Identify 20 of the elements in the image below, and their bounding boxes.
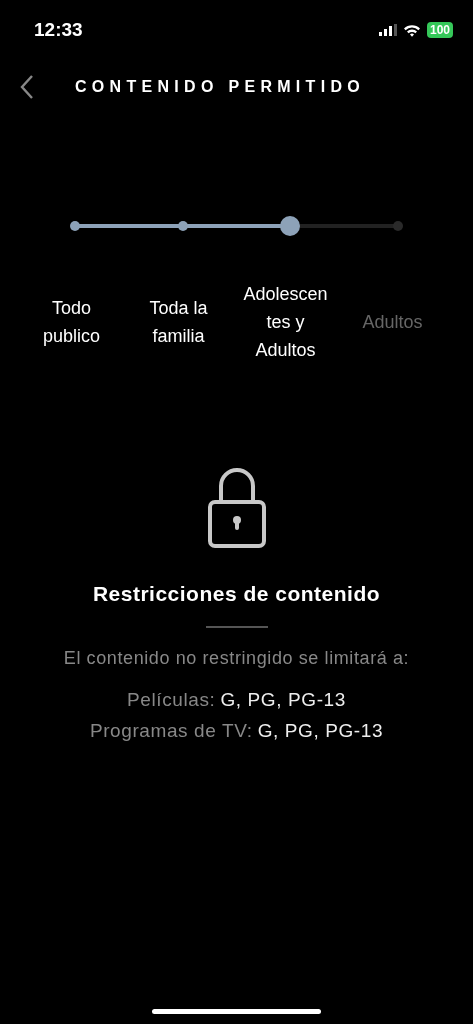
rating-value: G, PG, PG-13	[220, 689, 346, 711]
signal-icon	[378, 24, 397, 36]
back-icon[interactable]	[20, 74, 34, 100]
level-option[interactable]: Adolescentes y Adultos	[232, 280, 339, 364]
rating-label: Programas de TV:	[89, 720, 253, 742]
rating-label: Películas:	[127, 689, 216, 711]
rating-value: G, PG, PG-13	[257, 720, 384, 742]
status-time: 12:33	[34, 19, 83, 41]
page-title: CONTENIDO PERMITIDO	[75, 78, 366, 96]
battery-indicator: 100	[426, 22, 453, 38]
level-option[interactable]: Adultos	[339, 308, 446, 336]
section-title: Restricciones de contenido	[92, 582, 381, 606]
slider-stop[interactable]	[70, 221, 80, 231]
description-text: El contenido no restringido se limitará a:	[63, 648, 410, 669]
wifi-icon	[402, 23, 421, 37]
level-option[interactable]: Todo publico	[18, 294, 125, 350]
slider-thumb[interactable]	[280, 216, 301, 236]
slider-stop[interactable]	[393, 221, 403, 231]
level-option[interactable]: Toda la familia	[125, 294, 232, 350]
slider-stop[interactable]	[177, 221, 188, 231]
